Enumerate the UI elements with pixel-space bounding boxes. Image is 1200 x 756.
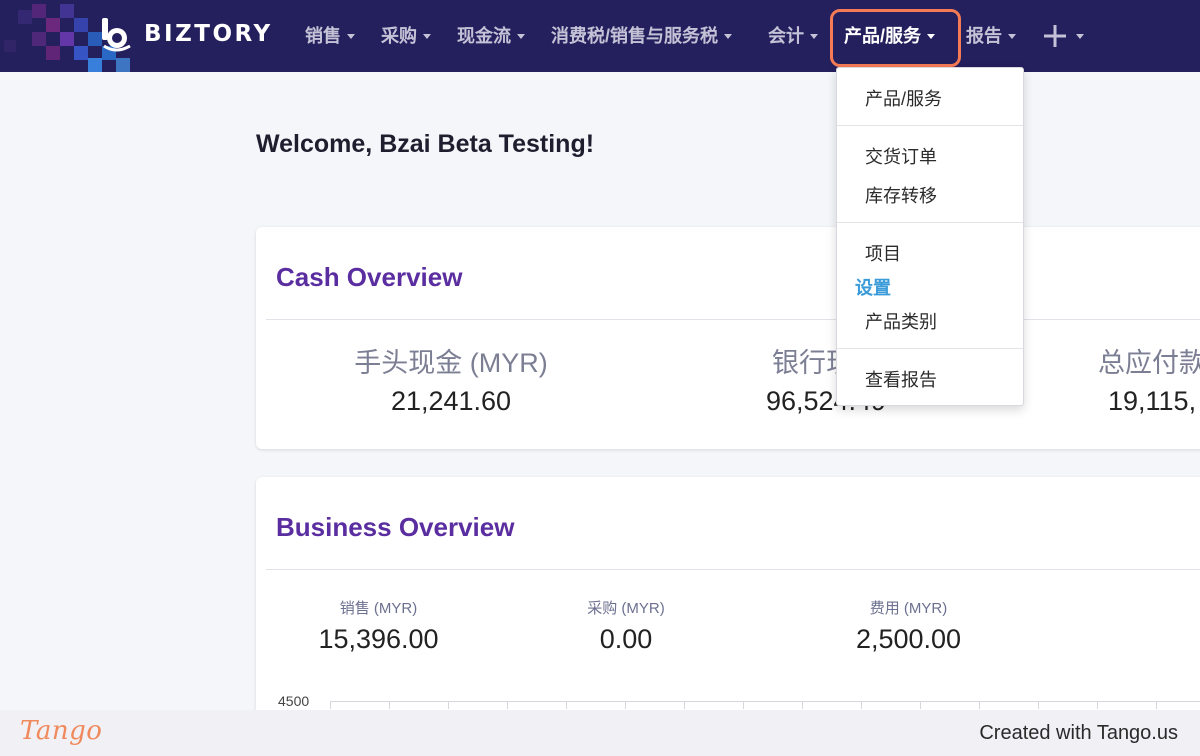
chart-gridline xyxy=(330,701,1200,702)
stat-purchases: 采购 (MYR) 0.00 xyxy=(556,597,696,655)
chart-tick xyxy=(389,701,390,709)
nav-item-reports[interactable]: 报告 xyxy=(966,20,1016,50)
chevron-down-icon xyxy=(724,33,733,39)
stat-label: 费用 (MYR) xyxy=(869,600,948,617)
stat-value: 2,500.00 xyxy=(855,624,962,654)
nav-item-label: 销售 xyxy=(305,26,341,46)
chevron-down-icon xyxy=(927,33,936,39)
menu-item-delivery-orders[interactable]: 交货订单 xyxy=(865,143,937,169)
nav-item-label: 会计 xyxy=(768,26,804,46)
divider xyxy=(266,569,1200,570)
chart-tick xyxy=(802,701,803,709)
chart-y-axis-label: 4500 xyxy=(278,693,310,709)
stat-value: 15,396.00 xyxy=(318,624,439,654)
nav-item-label: 消费税/销售与服务税 xyxy=(551,26,719,46)
welcome-heading: Welcome, Bzai Beta Testing! xyxy=(256,130,595,158)
chart-tick xyxy=(861,701,862,709)
nav-item-purchases[interactable]: 采购 xyxy=(381,20,431,50)
stat-sales: 销售 (MYR) 15,396.00 xyxy=(296,597,461,655)
chevron-down-icon xyxy=(347,33,355,39)
chevron-down-icon xyxy=(1076,33,1084,39)
nav-item-label: 采购 xyxy=(381,26,417,46)
menu-divider xyxy=(837,222,1023,223)
menu-section-header-settings: 设置 xyxy=(855,278,891,298)
business-overview-card: Business Overview 销售 (MYR) 15,396.00 采购 … xyxy=(256,477,1200,737)
stat-value: 19,115, xyxy=(1108,386,1197,416)
chart-tick xyxy=(1038,701,1039,709)
nav-item-label: 报告 xyxy=(966,26,1002,46)
top-navbar: BIZTORY 销售 采购 现金流 消费税/销售与服务税 会计 产品/服务 报告 xyxy=(0,0,1200,72)
nav-item-accounting[interactable]: 会计 xyxy=(768,20,818,50)
stat-label: 总应付款 xyxy=(1098,348,1200,378)
stat-cash-on-hand: 手头现金 (MYR) 21,241.60 xyxy=(306,341,596,417)
add-menu-toggle[interactable] xyxy=(1076,20,1084,50)
stat-label: 销售 (MYR) xyxy=(339,600,418,617)
cash-overview-card: Cash Overview 手头现金 (MYR) 21,241.60 银行现金 … xyxy=(256,227,1200,449)
nav-item-label: 现金流 xyxy=(457,26,511,46)
chart-tick xyxy=(1156,701,1157,709)
plus-icon[interactable] xyxy=(1044,25,1066,47)
menu-item-view-reports[interactable]: 查看报告 xyxy=(865,366,937,392)
chart-tick xyxy=(684,701,685,709)
chart-tick xyxy=(1097,701,1098,709)
chart-tick xyxy=(920,701,921,709)
stat-total-payable: 总应付款 19,115, xyxy=(1098,341,1200,417)
nav-item-sales[interactable]: 销售 xyxy=(305,20,355,50)
nav-item-tax[interactable]: 消费税/销售与服务税 xyxy=(551,20,733,50)
menu-item-projects[interactable]: 项目 xyxy=(865,240,901,266)
brand-name: BIZTORY xyxy=(144,21,273,47)
tango-logo: Tango xyxy=(20,716,103,746)
nav-item-products-services[interactable]: 产品/服务 xyxy=(844,20,936,50)
chart-tick xyxy=(566,701,567,709)
menu-item-products-services[interactable]: 产品/服务 xyxy=(865,85,942,111)
menu-item-stock-transfer[interactable]: 库存转移 xyxy=(865,182,937,208)
created-with-text: Created with Tango.us xyxy=(979,722,1178,744)
biztory-logo-icon xyxy=(98,16,134,52)
stat-value: 0.00 xyxy=(599,624,653,654)
chart-tick xyxy=(507,701,508,709)
divider xyxy=(266,319,1200,320)
chart-tick xyxy=(330,701,331,709)
biztory-logo[interactable]: BIZTORY xyxy=(98,16,273,52)
nav-item-cashflow[interactable]: 现金流 xyxy=(457,20,525,50)
nav-item-label: 产品/服务 xyxy=(844,26,922,46)
chevron-down-icon xyxy=(810,33,818,39)
chart-tick xyxy=(743,701,744,709)
chevron-down-icon xyxy=(1008,33,1016,39)
stat-value: 21,241.60 xyxy=(390,386,512,416)
card-title: Business Overview xyxy=(276,512,515,542)
chart-tick xyxy=(979,701,980,709)
menu-item-product-categories[interactable]: 产品类别 xyxy=(865,308,937,334)
stat-label: 采购 (MYR) xyxy=(587,600,665,617)
chevron-down-icon xyxy=(517,33,525,39)
menu-divider xyxy=(837,348,1023,349)
products-services-dropdown: 产品/服务 交货订单 库存转移 项目 设置 产品类别 查看报告 xyxy=(836,67,1024,406)
chart-tick xyxy=(448,701,449,709)
chevron-down-icon xyxy=(423,33,431,39)
chart-tick xyxy=(625,701,626,709)
stat-expenses: 费用 (MYR) 2,500.00 xyxy=(826,597,991,655)
card-title: Cash Overview xyxy=(276,262,463,292)
menu-divider xyxy=(837,125,1023,126)
tango-footer: Tango Created with Tango.us xyxy=(0,710,1200,756)
stat-label: 手头现金 (MYR) xyxy=(354,348,548,378)
